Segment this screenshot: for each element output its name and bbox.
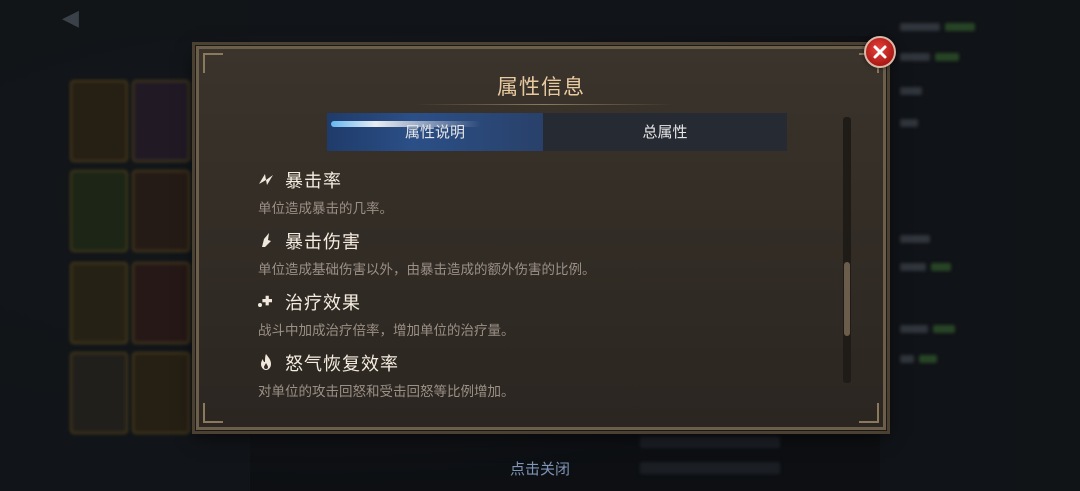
list-item: 怒气恢复效率 对单位的攻击回怒和受击回怒等比例增加。: [255, 350, 815, 411]
tab-attribute-description[interactable]: 属性说明: [327, 113, 543, 151]
attribute-list: 暴击率 单位造成暴击的几率。 暴击伤害 单位造成基础伤害以外，由暴击造成的额外伤…: [255, 167, 815, 411]
rage-icon: [255, 352, 277, 374]
attribute-description: 单位造成暴击的几率。: [258, 201, 393, 217]
scroll-thumb[interactable]: [844, 262, 850, 336]
attribute-description: 战斗中加成治疗倍率，增加单位的治疗量。: [258, 323, 515, 339]
crit-damage-icon: [255, 230, 277, 252]
frame-corner: [203, 53, 223, 73]
attribute-info-modal: 属性信息 属性说明 总属性 暴击率 单位造成暴击的几率。 暴击伤害 单位造成基础…: [196, 46, 886, 430]
list-item: 暴击率 单位造成暴击的几率。: [255, 167, 815, 228]
scrollbar[interactable]: [843, 117, 851, 383]
frame-corner: [859, 403, 879, 423]
attribute-name: 怒气恢复效率: [285, 354, 399, 375]
tab-label: 总属性: [642, 123, 688, 141]
attribute-name: 治疗效果: [285, 293, 361, 314]
attribute-description: 单位造成基础伤害以外，由暴击造成的额外伤害的比例。: [258, 262, 596, 278]
tap-to-close-hint[interactable]: 点击关闭: [0, 458, 1080, 479]
close-button[interactable]: [864, 36, 896, 68]
frame-corner: [203, 403, 223, 423]
tab-total-attributes[interactable]: 总属性: [543, 113, 787, 151]
list-item: 治疗效果 战斗中加成治疗倍率，增加单位的治疗量。: [255, 289, 815, 350]
attribute-name: 暴击伤害: [285, 232, 361, 253]
modal-title: 属性信息: [497, 75, 585, 99]
attribute-description: 对单位的攻击回怒和受击回怒等比例增加。: [258, 384, 515, 400]
tab-bar: 属性说明 总属性: [327, 113, 787, 151]
attribute-name: 暴击率: [285, 171, 342, 192]
title-divider: [414, 104, 674, 105]
crit-rate-icon: [255, 169, 277, 191]
list-item: 暴击伤害 单位造成基础伤害以外，由暴击造成的额外伤害的比例。: [255, 228, 815, 289]
close-icon: [873, 45, 887, 59]
tab-label: 属性说明: [404, 123, 465, 141]
heal-icon: [255, 291, 277, 313]
